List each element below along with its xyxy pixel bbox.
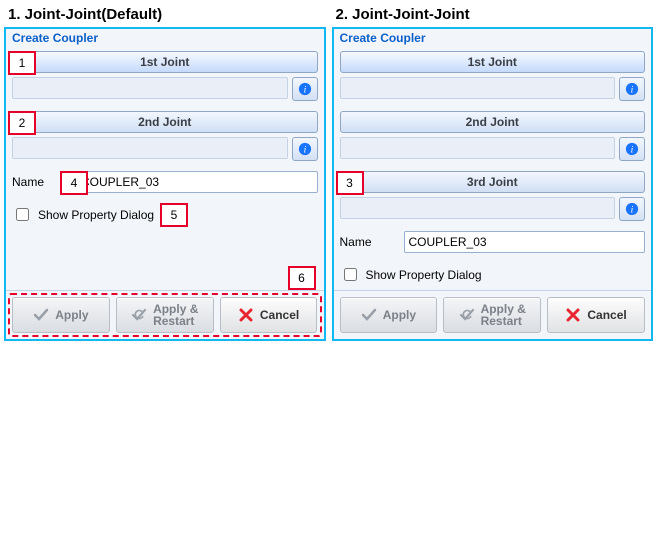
footer-buttons-right: Apply Apply & Restart Can bbox=[334, 290, 652, 339]
apply-button[interactable]: Apply bbox=[12, 297, 110, 333]
second-joint-button[interactable]: 2nd Joint bbox=[12, 111, 318, 133]
second-joint-value-input[interactable] bbox=[340, 137, 616, 159]
name-label-right: Name bbox=[340, 235, 396, 249]
cancel-label: Cancel bbox=[587, 308, 626, 322]
tab-title-left: 1. Joint-Joint(Default) bbox=[4, 4, 326, 27]
tab-title-right: 2. Joint-Joint-Joint bbox=[332, 4, 654, 27]
second-joint-value-input[interactable] bbox=[12, 137, 288, 159]
panel-header-right: Create Coupler bbox=[334, 29, 652, 49]
check-icon bbox=[33, 307, 49, 323]
check-restart-icon bbox=[131, 307, 147, 323]
create-coupler-panel-right: Create Coupler 1st Joint i 2nd Joint bbox=[332, 27, 654, 341]
show-property-label-left: Show Property Dialog bbox=[38, 208, 154, 222]
show-property-label-right: Show Property Dialog bbox=[366, 268, 482, 282]
apply-restart-button[interactable]: Apply & Restart bbox=[443, 297, 541, 333]
name-input-left[interactable] bbox=[76, 171, 318, 193]
cancel-icon bbox=[238, 307, 254, 323]
name-label-left: Name bbox=[12, 175, 68, 189]
svg-text:i: i bbox=[303, 85, 306, 96]
svg-text:i: i bbox=[631, 85, 634, 96]
apply-restart-button[interactable]: Apply & Restart bbox=[116, 297, 214, 333]
first-joint-value-input[interactable] bbox=[12, 77, 288, 99]
check-restart-icon bbox=[459, 307, 475, 323]
first-joint-value-input[interactable] bbox=[340, 77, 616, 99]
apply-restart-label-2: Restart bbox=[481, 315, 526, 327]
apply-restart-label-2: Restart bbox=[153, 315, 198, 327]
info-icon[interactable]: i bbox=[292, 77, 318, 101]
cancel-button[interactable]: Cancel bbox=[547, 297, 645, 333]
svg-text:i: i bbox=[631, 205, 634, 216]
first-joint-button[interactable]: 1st Joint bbox=[12, 51, 318, 73]
cancel-icon bbox=[565, 307, 581, 323]
create-coupler-panel-left: Create Coupler 1 1st Joint i 2 bbox=[4, 27, 326, 341]
check-icon bbox=[361, 307, 377, 323]
third-joint-button[interactable]: 3rd Joint bbox=[340, 171, 646, 193]
cancel-label: Cancel bbox=[260, 308, 299, 322]
svg-text:i: i bbox=[631, 145, 634, 156]
second-joint-button[interactable]: 2nd Joint bbox=[340, 111, 646, 133]
first-joint-button[interactable]: 1st Joint bbox=[340, 51, 646, 73]
third-joint-value-input[interactable] bbox=[340, 197, 616, 219]
name-input-right[interactable] bbox=[404, 231, 646, 253]
apply-label: Apply bbox=[383, 308, 416, 322]
panel-header-left: Create Coupler bbox=[6, 29, 324, 49]
footer-buttons-left: Apply Apply & Restart bbox=[6, 290, 324, 339]
svg-text:i: i bbox=[303, 145, 306, 156]
info-icon[interactable]: i bbox=[619, 197, 645, 221]
callout-5: 5 bbox=[160, 203, 188, 227]
show-property-checkbox-right[interactable] bbox=[344, 268, 357, 281]
apply-button[interactable]: Apply bbox=[340, 297, 438, 333]
apply-label: Apply bbox=[55, 308, 88, 322]
show-property-checkbox-left[interactable] bbox=[16, 208, 29, 221]
info-icon[interactable]: i bbox=[292, 137, 318, 161]
info-icon[interactable]: i bbox=[619, 77, 645, 101]
cancel-button[interactable]: Cancel bbox=[220, 297, 318, 333]
info-icon[interactable]: i bbox=[619, 137, 645, 161]
